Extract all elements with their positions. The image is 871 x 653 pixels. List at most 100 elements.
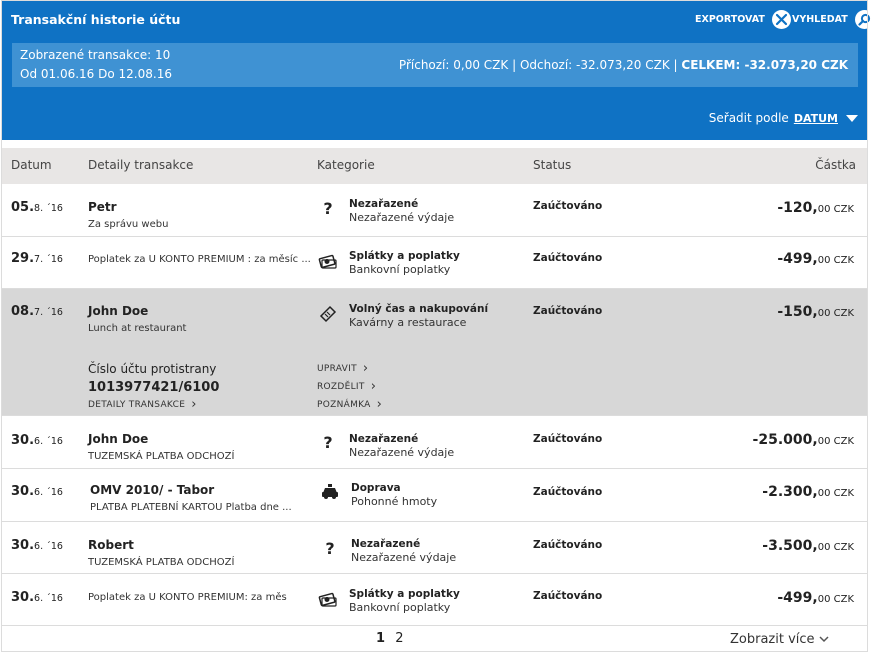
- col-status[interactable]: Status: [533, 158, 571, 172]
- row-status: Zaúčtováno: [533, 200, 603, 212]
- col-details[interactable]: Detaily transakce: [88, 158, 193, 172]
- row-date: 05.8. ´16: [11, 200, 63, 215]
- transaction-details-link[interactable]: DETAILY TRANSAKCE ›: [88, 397, 197, 412]
- row-subcategory: Nezařazené výdaje: [349, 211, 455, 224]
- chevron-down-icon: [819, 636, 829, 643]
- row-status: Zaúčtováno: [533, 539, 603, 551]
- chevron-right-icon: ›: [191, 397, 197, 412]
- row-date: 29.7. ´16: [11, 251, 63, 266]
- row-category: Splátky a poplatky: [349, 588, 460, 600]
- split-link[interactable]: ROZDĚLIT ›: [317, 379, 376, 394]
- search-icon: [854, 9, 871, 29]
- row-category: Volný čas a nakupování: [349, 303, 489, 315]
- shown-count: Zobrazené transakce: 10: [20, 48, 171, 62]
- row-amount: -150,00 CZK: [777, 304, 854, 320]
- row-description: TUZEMSKÁ PLATBA ODCHOZÍ: [88, 451, 235, 462]
- row-name: John Doe: [88, 432, 149, 446]
- table-row[interactable]: 30.6. ´16 Robert TUZEMSKÁ PLATBA ODCHOZÍ…: [1, 522, 868, 574]
- row-subcategory: Kavárny a restaurace: [349, 316, 467, 329]
- export-icon: [771, 9, 791, 29]
- show-more-button[interactable]: Zobrazit více: [730, 632, 829, 647]
- row-amount: -499,00 CZK: [777, 251, 854, 267]
- chevron-right-icon: ›: [376, 397, 383, 412]
- row-category: Nezařazené: [351, 538, 421, 550]
- note-link[interactable]: POZNÁMKA ›: [317, 397, 382, 412]
- row-amount: -25.000,00 CZK: [752, 432, 854, 448]
- row-description: Poplatek za U KONTO PREMIUM: za měs: [88, 592, 287, 603]
- row-category: Doprava: [351, 482, 401, 494]
- page-title: Transakční historie účtu: [11, 12, 181, 27]
- row-name: OMV 2010/ - Tabor: [90, 483, 215, 497]
- table-header: Datum Detaily transakce Kategorie Status…: [1, 148, 868, 184]
- chevron-right-icon: ›: [362, 361, 369, 376]
- row-date: 08.7. ´16: [11, 304, 63, 319]
- row-subcategory: Nezařazené výdaje: [349, 446, 455, 459]
- row-description: Lunch at restaurant: [88, 323, 187, 334]
- table-row[interactable]: 30.6. ´16 Poplatek za U KONTO PREMIUM: z…: [1, 574, 868, 626]
- row-subcategory: Bankovní poplatky: [349, 601, 451, 614]
- export-label: EXPORTOVAT: [695, 13, 765, 25]
- row-date: 30.6. ´16: [11, 590, 63, 605]
- question-icon: ?: [323, 433, 333, 452]
- sort-label: Seřadit podle: [708, 111, 789, 125]
- ticket-icon: [317, 304, 339, 328]
- row-description: Za správu webu: [88, 219, 169, 230]
- incoming-total: Příchozí: 0,00 CZK: [398, 58, 509, 72]
- row-name: Robert: [88, 538, 134, 552]
- question-icon: ?: [323, 199, 333, 218]
- sort-value[interactable]: DATUM: [794, 112, 838, 125]
- counterparty-account-number: 1013977421/6100: [88, 380, 220, 395]
- grand-total: CELKEM: -32.073,20 CZK: [681, 58, 848, 72]
- col-date[interactable]: Datum: [11, 158, 52, 172]
- col-category[interactable]: Kategorie: [317, 158, 375, 172]
- table-row[interactable]: 30.6. ´16 John Doe TUZEMSKÁ PLATBA ODCHO…: [1, 416, 868, 469]
- row-description: Poplatek za U KONTO PREMIUM : za měsíc .…: [88, 254, 311, 265]
- table-row[interactable]: 30.6. ´16 OMV 2010/ - Tabor PLATBA PLATE…: [1, 469, 868, 522]
- page-2[interactable]: 2: [395, 631, 403, 646]
- app-header: Transakční historie účtu EXPORTOVAT VYHL…: [1, 0, 871, 140]
- search-button[interactable]: VYHLEDAT: [792, 8, 871, 30]
- row-category: Nezařazené: [349, 198, 419, 210]
- row-amount: -3.500,00 CZK: [762, 538, 854, 554]
- row-subcategory: Pohonné hmoty: [351, 495, 438, 508]
- col-amount[interactable]: Částka: [815, 158, 856, 172]
- row-status: Zaúčtováno: [533, 252, 603, 264]
- table-row[interactable]: 05.8. ´16 Petr Za správu webu ? Nezařaze…: [1, 184, 868, 237]
- row-category: Splátky a poplatky: [349, 250, 460, 262]
- row-name: Petr: [88, 200, 117, 214]
- row-date: 30.6. ´16: [11, 484, 63, 499]
- row-description: PLATBA PLATEBNÍ KARTOU Platba dne ...: [90, 502, 292, 513]
- row-subcategory: Nezařazené výdaje: [351, 551, 457, 564]
- money-icon: [317, 590, 339, 612]
- row-date: 30.6. ´16: [11, 433, 63, 448]
- row-status: Zaúčtováno: [533, 590, 603, 602]
- row-amount: -120,00 CZK: [777, 200, 854, 216]
- table-row[interactable]: 29.7. ´16 Poplatek za U KONTO PREMIUM : …: [1, 237, 868, 289]
- page-1[interactable]: 1: [376, 631, 385, 646]
- row-subcategory: Bankovní poplatky: [349, 263, 451, 276]
- row-status: Zaúčtováno: [533, 305, 603, 317]
- row-date: 30.6. ´16: [11, 538, 63, 553]
- sort-control[interactable]: Seřadit podle DATUM: [709, 111, 858, 125]
- totals: Příchozí: 0,00 CZK | Odchozí: -32.073,20…: [398, 58, 848, 72]
- pagination: 1 2: [376, 631, 403, 646]
- row-name: John Doe: [88, 304, 149, 318]
- counterparty-account-label: Číslo účtu protistrany: [88, 362, 217, 376]
- date-range: Od 01.06.16 Do 12.08.16: [20, 67, 172, 81]
- chevron-right-icon: ›: [370, 379, 377, 394]
- question-icon: ?: [325, 539, 335, 558]
- money-icon: [317, 252, 339, 274]
- row-amount: -499,00 CZK: [777, 590, 854, 606]
- row-category: Nezařazené: [349, 433, 419, 445]
- summary-panel: Zobrazené transakce: 10 Od 01.06.16 Do 1…: [12, 43, 858, 87]
- car-icon: [319, 481, 341, 505]
- row-status: Zaúčtováno: [533, 486, 603, 498]
- export-button[interactable]: EXPORTOVAT: [695, 8, 791, 30]
- row-description: TUZEMSKÁ PLATBA ODCHOZÍ: [88, 557, 235, 568]
- row-status: Zaúčtováno: [533, 433, 603, 445]
- edit-link[interactable]: UPRAVIT ›: [317, 361, 368, 376]
- chevron-down-icon[interactable]: [846, 114, 858, 122]
- table-row-expanded[interactable]: 08.7. ´16 John Doe Lunch at restaurant V…: [1, 289, 868, 416]
- search-label: VYHLEDAT: [792, 13, 848, 25]
- row-amount: -2.300,00 CZK: [762, 484, 854, 500]
